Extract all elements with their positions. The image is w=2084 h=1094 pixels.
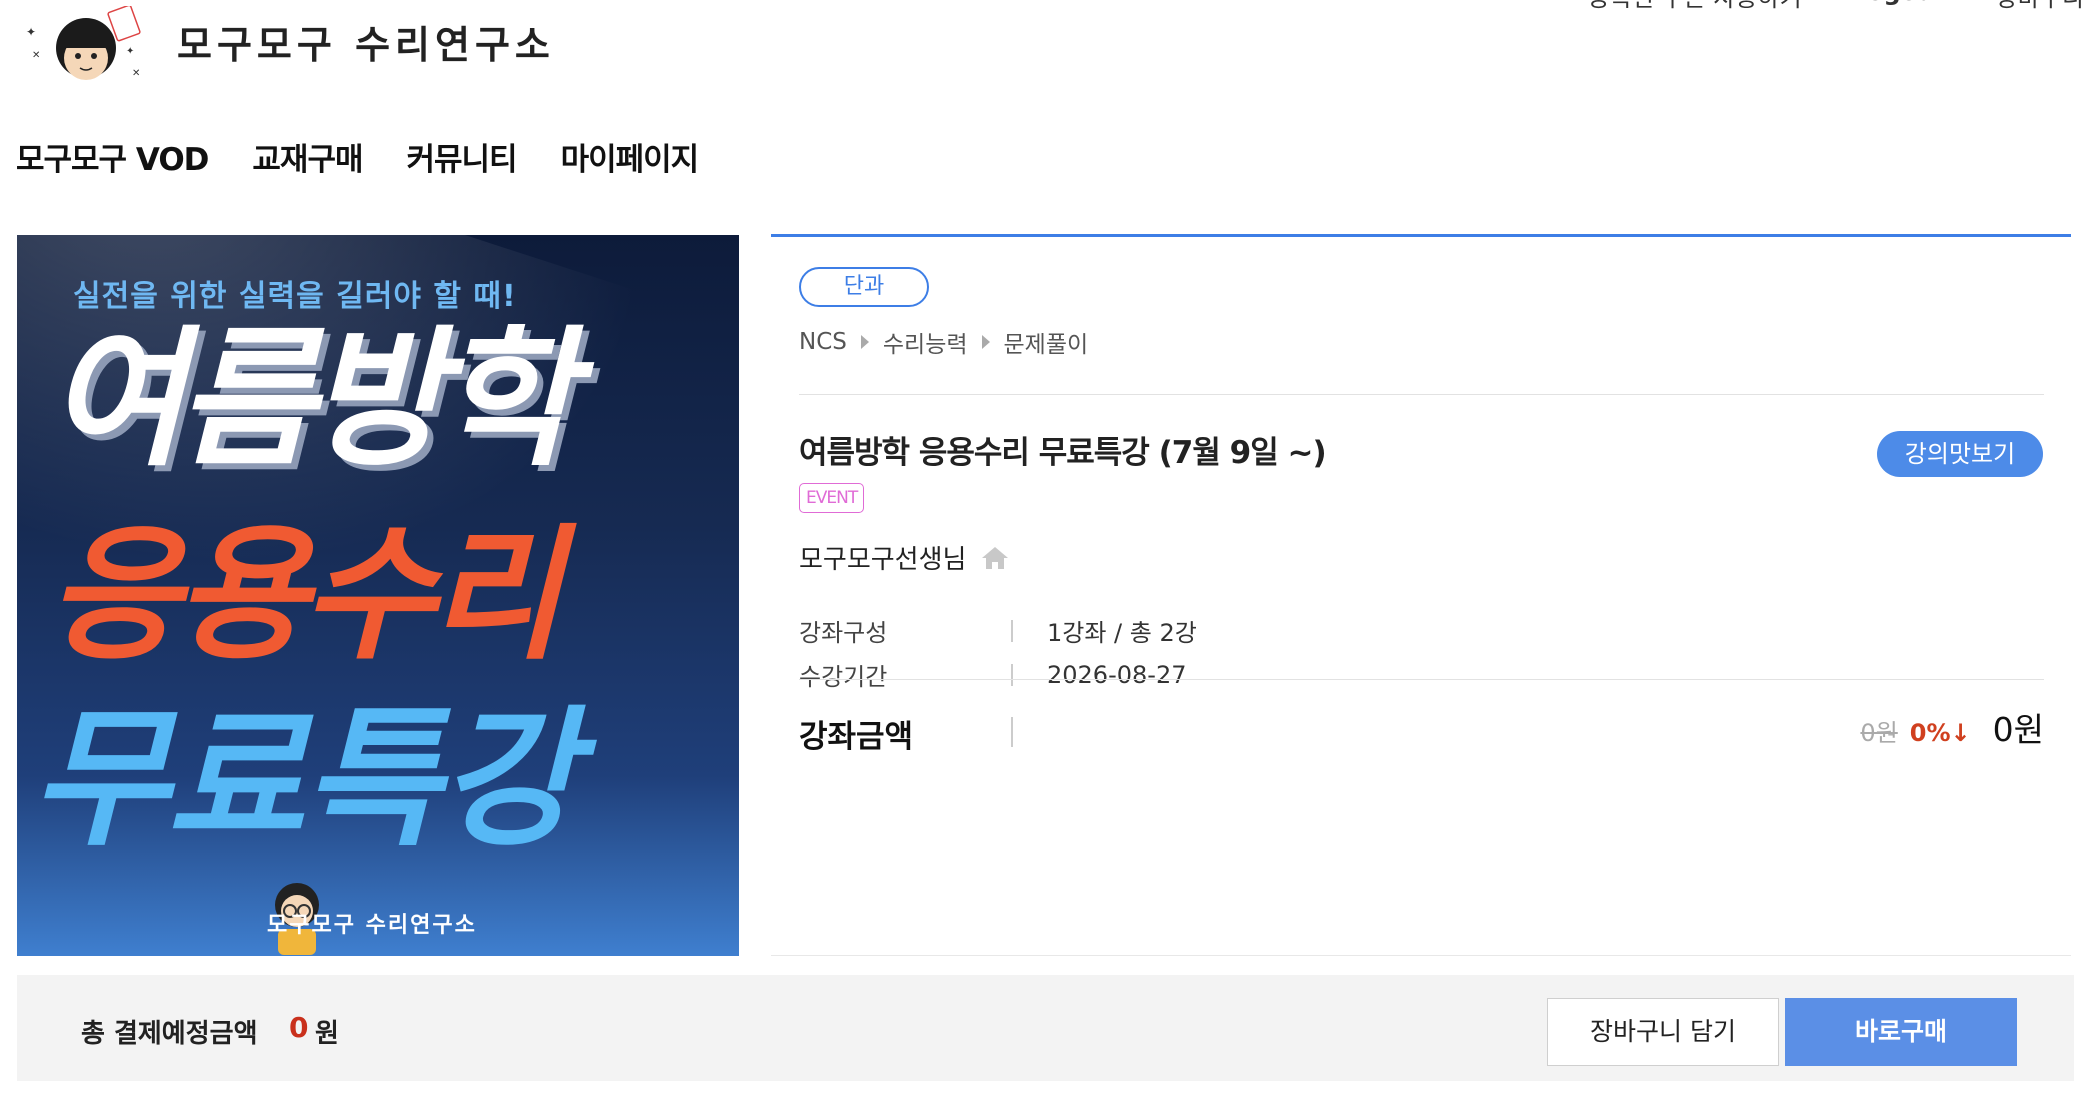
divider [799,679,2044,680]
detail-value: 2026-08-27 [1047,660,1187,689]
detail-row-composition: 강좌구성 1강좌 / 총 2강 [799,613,1197,648]
course-banner-image: 실전을 위한 실력을 길러야 할 때! 여름방학 응용수리 무료특강 모구모구 … [17,235,739,956]
total-amount: 0 [289,1011,309,1044]
site-logo[interactable]: ✦ ✕ ✕ ✦ 모구모구 수리연구소 [22,6,555,86]
course-info-panel: 단과 NCS 수리능력 문제풀이 여름방학 응용수리 무료특강 (7월 9일 ~… [771,234,2071,956]
nav-item-textbook[interactable]: 교재구매 [252,134,363,179]
discount-rate: 0%↓ [1909,719,1971,747]
nav-item-mypage[interactable]: 마이페이지 [561,134,700,179]
teacher-info: 모구모구선생님 [799,539,1010,576]
svg-text:✦: ✦ [126,46,134,57]
event-badge: EVENT [799,483,865,513]
teacher-name: 모구모구선생님 [799,545,967,575]
total-label: 총 결제예정금액 [81,1019,258,1049]
divider [1011,717,1013,747]
logout-link[interactable]: Logout [1852,0,1946,13]
banner-headline-2: 응용수리 [47,511,563,680]
breadcrumb: NCS 수리능력 문제풀이 [799,325,1088,359]
banner-subtitle: 실전을 위한 실력을 길러야 할 때! [73,279,517,314]
banner-footer-brand: 모구모구 수리연구소 [267,913,477,938]
detail-row-period: 수강기간 2026-08-27 [799,657,1186,692]
breadcrumb-arrow-icon [860,335,869,349]
course-type-tag: 단과 [799,267,929,307]
course-title: 여름방학 응용수리 무료특강 (7월 9일 ~) [799,435,1327,471]
preview-lecture-button[interactable]: 강의맛보기 [1877,431,2043,477]
final-price: 0원 [1992,710,2044,749]
total-unit: 원 [315,1019,339,1049]
banner-headline-1: 여름방학 [47,313,575,487]
breadcrumb-arrow-icon [981,335,990,349]
checkout-bar: 총 결제예정금액 0 원 장바구니 담기 바로구매 [17,975,2074,1081]
original-price: 0원 [1860,719,1898,747]
breadcrumb-item[interactable]: 문제풀이 [1004,325,1089,359]
detail-label: 강좌구성 [799,619,888,647]
nav-item-community[interactable]: 커뮤니티 [407,134,518,179]
nav-item-vod[interactable]: 모구모구 VOD [16,134,209,179]
svg-text:✦: ✦ [26,25,36,39]
breadcrumb-item[interactable]: 수리능력 [883,325,968,359]
divider [1011,663,1013,686]
logo-avatar-icon: ✦ ✕ ✕ ✦ [26,6,141,80]
divider [1011,619,1013,642]
add-to-cart-button[interactable]: 장바구니 담기 [1547,998,1779,1066]
divider [799,394,2044,395]
detail-label: 수강기간 [799,663,888,691]
brand-name: 모구모구 수리연구소 [177,22,555,67]
detail-value: 1강좌 / 총 2강 [1047,619,1197,647]
breadcrumb-item[interactable]: NCS [799,329,847,355]
price-label: 강좌금액 [799,719,914,755]
top-utility-links: 등록된 쿠폰 사용하기 Logout 장바구니 [1588,0,2084,13]
main-nav: 모구모구 VOD 교재구매 커뮤니티 마이페이지 [16,134,700,179]
buy-now-button[interactable]: 바로구매 [1785,998,2017,1066]
home-icon[interactable] [980,545,1010,571]
cart-link[interactable]: 장바구니 [1996,0,2084,13]
svg-text:✕: ✕ [132,68,140,79]
svg-text:✕: ✕ [32,50,40,61]
coupon-link[interactable]: 등록된 쿠폰 사용하기 [1588,0,1802,13]
banner-headline-3: 무료특강 [31,693,577,867]
price-row: 강좌금액 0원 0%↓ 0원 [799,703,2044,763]
price-values: 0원 0%↓ 0원 [1860,703,2044,751]
